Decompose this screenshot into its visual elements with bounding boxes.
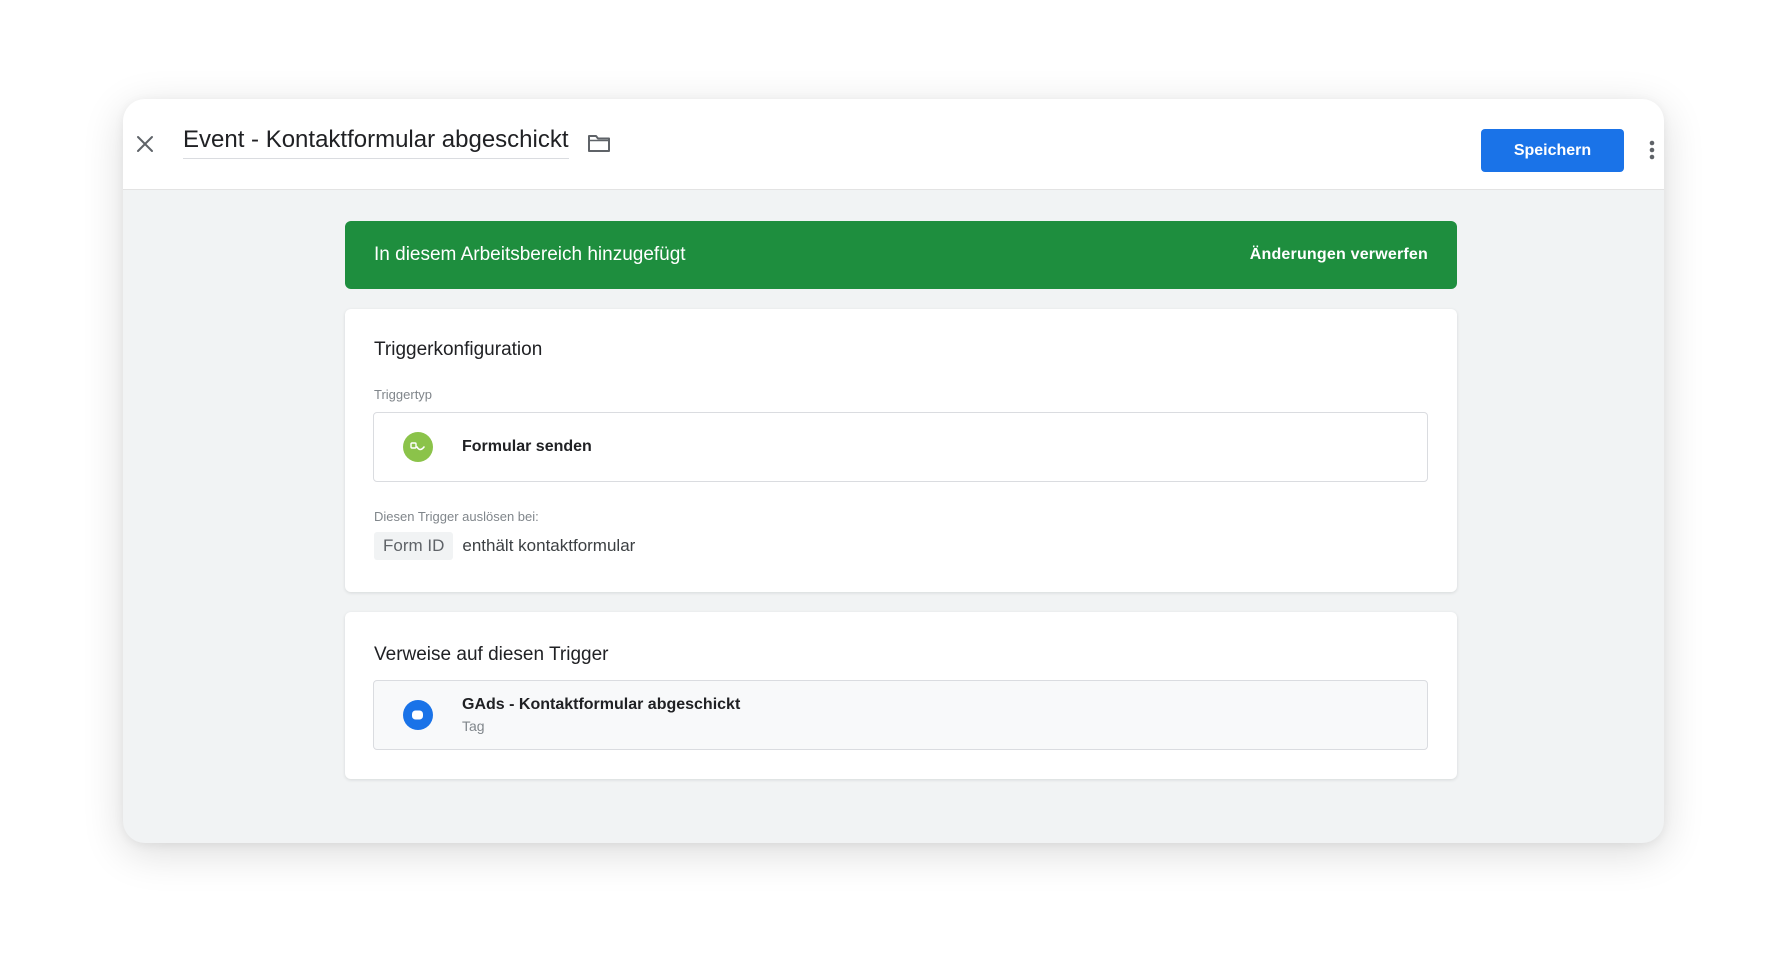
reference-name: GAds - Kontaktformular abgeschickt xyxy=(462,696,741,713)
card-title: Triggerkonfiguration xyxy=(374,339,543,360)
form-submit-icon xyxy=(403,432,433,462)
condition-variable-chip: Form ID xyxy=(374,532,454,560)
card-title: Verweise auf diesen Trigger xyxy=(374,644,609,665)
reference-item[interactable]: GAds - Kontaktformular abgeschickt Tag xyxy=(373,680,1428,750)
top-bar: Event - Kontaktformular abgeschickt Spei… xyxy=(123,99,1664,190)
condition-text: enthält kontaktformular xyxy=(462,536,636,555)
trigger-name-field[interactable]: Event - Kontaktformular abgeschickt xyxy=(183,126,569,159)
trigger-type-value: Formular senden xyxy=(462,438,592,455)
discard-changes-link[interactable]: Änderungen verwerfen xyxy=(1250,246,1428,264)
folder-icon xyxy=(587,134,610,152)
trigger-condition: Form ID enthält kontaktformular xyxy=(374,532,635,560)
more-vert-icon xyxy=(1649,140,1655,160)
trigger-type-field[interactable]: Formular senden xyxy=(373,412,1428,482)
more-options-button[interactable] xyxy=(1645,135,1659,165)
workspace-status-banner: In diesem Arbeitsbereich hinzugefügt Änd… xyxy=(345,221,1457,289)
folder-button[interactable] xyxy=(585,129,613,157)
trigger-configuration-card[interactable]: Triggerkonfiguration Triggertyp Formular… xyxy=(345,309,1457,592)
trigger-editor-window: Event - Kontaktformular abgeschickt Spei… xyxy=(123,99,1664,843)
fire-on-label: Diesen Trigger auslösen bei: xyxy=(374,509,539,524)
trigger-references-card: Verweise auf diesen Trigger GAds - Konta… xyxy=(345,612,1457,779)
title-area: Event - Kontaktformular abgeschickt xyxy=(183,126,613,159)
banner-text: In diesem Arbeitsbereich hinzugefügt xyxy=(374,244,686,265)
tag-icon xyxy=(403,700,433,730)
close-button[interactable] xyxy=(127,126,163,162)
save-button[interactable]: Speichern xyxy=(1481,129,1624,172)
close-icon xyxy=(137,136,153,152)
reference-text: GAds - Kontaktformular abgeschickt Tag xyxy=(462,696,740,734)
reference-type: Tag xyxy=(462,718,485,734)
trigger-type-label: Triggertyp xyxy=(374,387,433,402)
